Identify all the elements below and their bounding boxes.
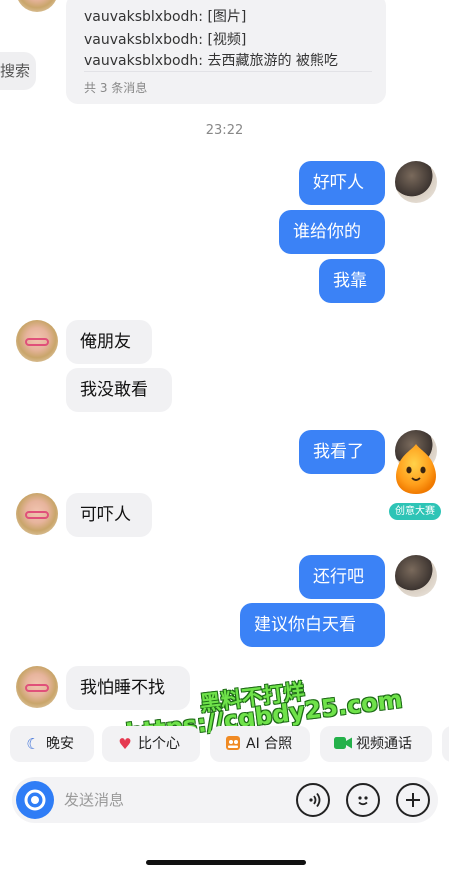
message-bubble-outgoing[interactable]: 我看了 <box>299 430 385 474</box>
message-count: 共 3 条消息 <box>84 81 148 95</box>
chip-label: AI 合照 <box>246 736 293 752</box>
chip-label: 晚安 <box>46 736 74 752</box>
forwarded-line: vauvaksblxbodh: [图片] <box>84 9 247 25</box>
quick-action-more[interactable] <box>442 726 449 762</box>
message-bubble-outgoing[interactable]: 我靠 <box>319 259 385 303</box>
message-bubble-outgoing[interactable]: 建议你白天看 <box>240 603 385 647</box>
quick-action-goodnight[interactable]: ☾ 晚安 <box>10 726 94 762</box>
forwarded-line: vauvaksblxbodh: [视频] <box>84 32 247 48</box>
avatar-friend[interactable] <box>16 493 58 535</box>
message-bubble-incoming[interactable]: 俺朋友 <box>66 320 152 364</box>
message-bubble-incoming[interactable]: 我没敢看 <box>66 368 172 412</box>
camera-icon <box>24 789 46 811</box>
creative-contest-badge[interactable]: 创意大赛 <box>389 503 441 520</box>
quick-action-heart[interactable]: ♥ 比个心 <box>102 726 200 762</box>
quick-action-video-call[interactable]: 视频通话 <box>320 726 432 762</box>
message-bubble-outgoing[interactable]: 还行吧 <box>299 555 385 599</box>
chip-label: 比个心 <box>138 736 180 752</box>
chip-label: 视频通话 <box>356 736 412 752</box>
smiley-icon <box>358 796 368 806</box>
message-bubble-outgoing[interactable]: 好吓人 <box>299 161 385 205</box>
camera-button[interactable] <box>16 781 54 819</box>
message-timestamp: 23:22 <box>205 123 244 138</box>
forwarded-line: vauvaksblxbodh: 去西藏旅游的 被熊吃 <box>84 53 338 69</box>
quick-action-bar: ☾ 晚安 ♥ 比个心 AI 合照 视频通话 <box>0 726 449 766</box>
plus-icon <box>406 793 420 807</box>
divider <box>84 71 372 72</box>
mascot-icon[interactable] <box>390 440 442 498</box>
video-camera-icon <box>334 726 352 762</box>
sound-wave-icon <box>309 792 321 808</box>
message-input-bar: 发送消息 <box>12 777 438 823</box>
voice-input-button[interactable] <box>296 783 330 817</box>
search-button[interactable]: 搜索 <box>0 52 36 90</box>
quick-action-ai-photo[interactable]: AI 合照 <box>210 726 310 762</box>
emoji-button[interactable] <box>346 783 380 817</box>
message-bubble-outgoing[interactable]: 谁给你的 <box>279 210 385 254</box>
home-indicator[interactable] <box>146 860 306 865</box>
message-bubble-incoming[interactable]: 我怕睡不找 <box>66 666 190 710</box>
glasses-decoration <box>25 338 49 346</box>
glasses-decoration <box>25 684 49 692</box>
glasses-decoration <box>25 511 49 519</box>
message-bubble-incoming[interactable]: 可吓人 <box>66 493 152 537</box>
forwarded-chat-card[interactable]: vauvaksblxbodh: [图片] vauvaksblxbodh: [视频… <box>66 0 386 104</box>
moon-icon: ☾ <box>26 735 40 753</box>
avatar-self[interactable] <box>395 161 437 203</box>
avatar-friend[interactable] <box>16 666 58 708</box>
avatar-friend[interactable] <box>16 320 58 362</box>
photo-icon <box>224 726 242 762</box>
avatar-self[interactable] <box>395 555 437 597</box>
heart-icon: ♥ <box>118 735 132 753</box>
avatar[interactable] <box>16 0 58 12</box>
more-actions-button[interactable] <box>396 783 430 817</box>
message-input[interactable]: 发送消息 <box>64 777 124 823</box>
